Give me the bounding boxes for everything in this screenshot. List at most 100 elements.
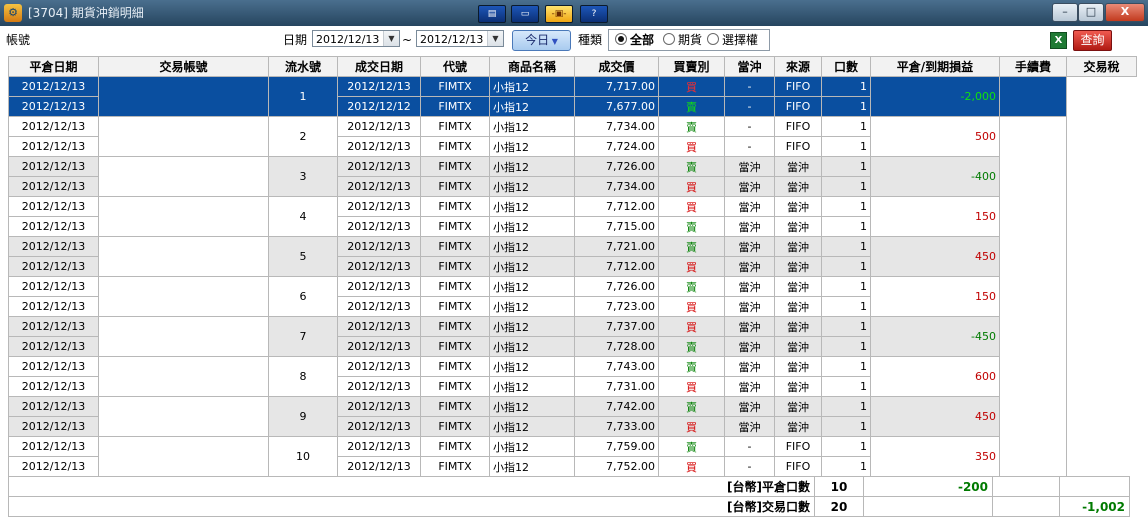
excel-export-icon[interactable]: X [1050, 32, 1067, 49]
cell-trade-date: 2012/12/13 [337, 236, 421, 257]
col-account[interactable]: 交易帳號 [98, 56, 269, 77]
cell-price: 7,712.00 [574, 256, 659, 277]
cell-source: 當沖 [774, 216, 822, 237]
cell-source: 當沖 [774, 416, 822, 437]
radio-all[interactable]: 全部 [615, 33, 654, 47]
cell-product-name: 小指12 [489, 296, 575, 317]
cell-qty: 1 [821, 196, 871, 217]
cell-account [98, 196, 269, 237]
cell-close-date: 2012/12/13 [8, 96, 99, 117]
col-price[interactable]: 成交價 [574, 56, 659, 77]
app-icon: ⚙ [4, 4, 22, 22]
cell-seq: 9 [268, 396, 338, 437]
cell-close-date: 2012/12/13 [8, 316, 99, 337]
radio-options[interactable]: 選擇權 [707, 33, 758, 47]
window-button[interactable]: ▭ [511, 5, 539, 23]
cell-account [98, 156, 269, 197]
summary-trade-fee [992, 496, 1060, 517]
col-code[interactable]: 代號 [420, 56, 490, 77]
filter-toolbar: 帳號 日期 2012/12/13 ▼ ~ 2012/12/13 ▼ 今日 ▼ 種… [0, 27, 1148, 54]
cell-product-name: 小指12 [489, 276, 575, 297]
cell-source: 當沖 [774, 276, 822, 297]
radio-futures[interactable]: 期貨 [663, 33, 702, 47]
table-row[interactable]: 2012/12/13 4 2012/12/13 FIMTX 小指12 7,712.00 買當… [8, 196, 1137, 237]
col-source[interactable]: 來源 [774, 56, 822, 77]
cell-trade-date: 2012/12/13 [337, 456, 421, 477]
cell-pnl: -2,000 [870, 76, 1000, 117]
chevron-down-icon[interactable]: ▼ [487, 31, 503, 46]
cell-daytrade: 當沖 [724, 276, 775, 297]
table-row[interactable]: 2012/12/13 7 2012/12/13 FIMTX 小指12 7,737.00 買當… [8, 316, 1137, 357]
table-row[interactable]: 2012/12/13 2 2012/12/13 FIMTX 小指12 7,734.00 賣 -… [8, 116, 1137, 157]
col-fee[interactable]: 手續費 [999, 56, 1067, 77]
help-button[interactable]: ? [580, 5, 608, 23]
col-pnl[interactable]: 平倉/到期損益 [870, 56, 1000, 77]
cell-product-name: 小指12 [489, 196, 575, 217]
cell-trade-date: 2012/12/13 [337, 136, 421, 157]
cell-product-name: 小指12 [489, 396, 575, 417]
cell-side: 買 [658, 456, 725, 477]
cell-trade-date: 2012/12/13 [337, 76, 421, 97]
col-close-date[interactable]: 平倉日期 [8, 56, 99, 77]
cell-side: 買 [658, 416, 725, 437]
query-button[interactable]: 查詢 [1073, 30, 1112, 51]
date-label: 日期 [283, 33, 308, 47]
date-from-value: 2012/12/13 [316, 33, 380, 46]
cell-code: FIMTX [420, 156, 490, 177]
date-from-select[interactable]: 2012/12/13 ▼ [312, 30, 400, 47]
cell-trade-date: 2012/12/13 [337, 416, 421, 437]
summary-trade-pnl [863, 496, 993, 517]
today-button[interactable]: 今日 ▼ [512, 30, 571, 51]
col-daytrade[interactable]: 當沖 [724, 56, 775, 77]
cell-tax [1066, 156, 1137, 197]
cell-close-date: 2012/12/13 [8, 376, 99, 397]
table-row[interactable]: 2012/12/13 9 2012/12/13 FIMTX 小指12 7,742.00 賣當… [8, 396, 1137, 437]
cell-source: FIFO [774, 76, 822, 97]
cell-price: 7,677.00 [574, 96, 659, 117]
cell-price: 7,737.00 [574, 316, 659, 337]
table-row[interactable]: 2012/12/13 8 2012/12/13 FIMTX 小指12 7,743.00 賣當… [8, 356, 1137, 397]
cell-close-date: 2012/12/13 [8, 396, 99, 417]
chevron-down-icon[interactable]: ▼ [383, 31, 399, 46]
table-row[interactable]: 2012/12/13 10 2012/12/13 FIMTX 小指12 7,759.00 賣… [8, 436, 1137, 477]
cell-price: 7,728.00 [574, 336, 659, 357]
pin-button[interactable]: -▣- [545, 5, 573, 23]
cell-tax [1066, 196, 1137, 237]
cell-qty: 1 [821, 396, 871, 417]
cell-side: 賣 [658, 116, 725, 137]
cell-tax [1066, 316, 1137, 357]
close-button[interactable]: X [1105, 3, 1145, 22]
cell-code: FIMTX [420, 256, 490, 277]
cell-source: 當沖 [774, 336, 822, 357]
maximize-button[interactable]: □ [1078, 3, 1104, 22]
cell-trade-date: 2012/12/13 [337, 336, 421, 357]
cell-fee [999, 316, 1067, 357]
table-row[interactable]: 2012/12/13 5 2012/12/13 FIMTX 小指12 7,721.00 賣當… [8, 236, 1137, 277]
col-side[interactable]: 買賣別 [658, 56, 725, 77]
cell-account [98, 316, 269, 357]
col-seq[interactable]: 流水號 [268, 56, 338, 77]
col-trade-date[interactable]: 成交日期 [337, 56, 421, 77]
cell-close-date: 2012/12/13 [8, 216, 99, 237]
minimize-button[interactable]: – [1052, 3, 1078, 22]
cell-source: 當沖 [774, 256, 822, 277]
radio-selected-icon [615, 33, 627, 45]
table-row[interactable]: 2012/12/13 1 2012/12/13 FIMTX 小指12 7,717.00 買 -… [8, 76, 1137, 117]
layout-button[interactable]: ▤ [478, 5, 506, 23]
cell-pnl: -400 [870, 156, 1000, 197]
col-qty[interactable]: 口數 [821, 56, 871, 77]
cell-close-date: 2012/12/13 [8, 156, 99, 177]
table-row[interactable]: 2012/12/13 6 2012/12/13 FIMTX 小指12 7,726.00 賣當… [8, 276, 1137, 317]
cell-side: 買 [658, 76, 725, 97]
date-to-select[interactable]: 2012/12/13 ▼ [416, 30, 504, 47]
table-row[interactable]: 2012/12/13 3 2012/12/13 FIMTX 小指12 7,726.00 賣當… [8, 156, 1137, 197]
cell-price: 7,734.00 [574, 176, 659, 197]
col-product-name[interactable]: 商品名稱 [489, 56, 575, 77]
col-tax[interactable]: 交易稅 [1066, 56, 1137, 77]
cell-product-name: 小指12 [489, 116, 575, 137]
cell-code: FIMTX [420, 376, 490, 397]
date-range-tilde: ~ [402, 33, 413, 47]
cell-product-name: 小指12 [489, 376, 575, 397]
summary-close-qty: 10 [814, 476, 864, 497]
cell-tax [1066, 356, 1137, 397]
